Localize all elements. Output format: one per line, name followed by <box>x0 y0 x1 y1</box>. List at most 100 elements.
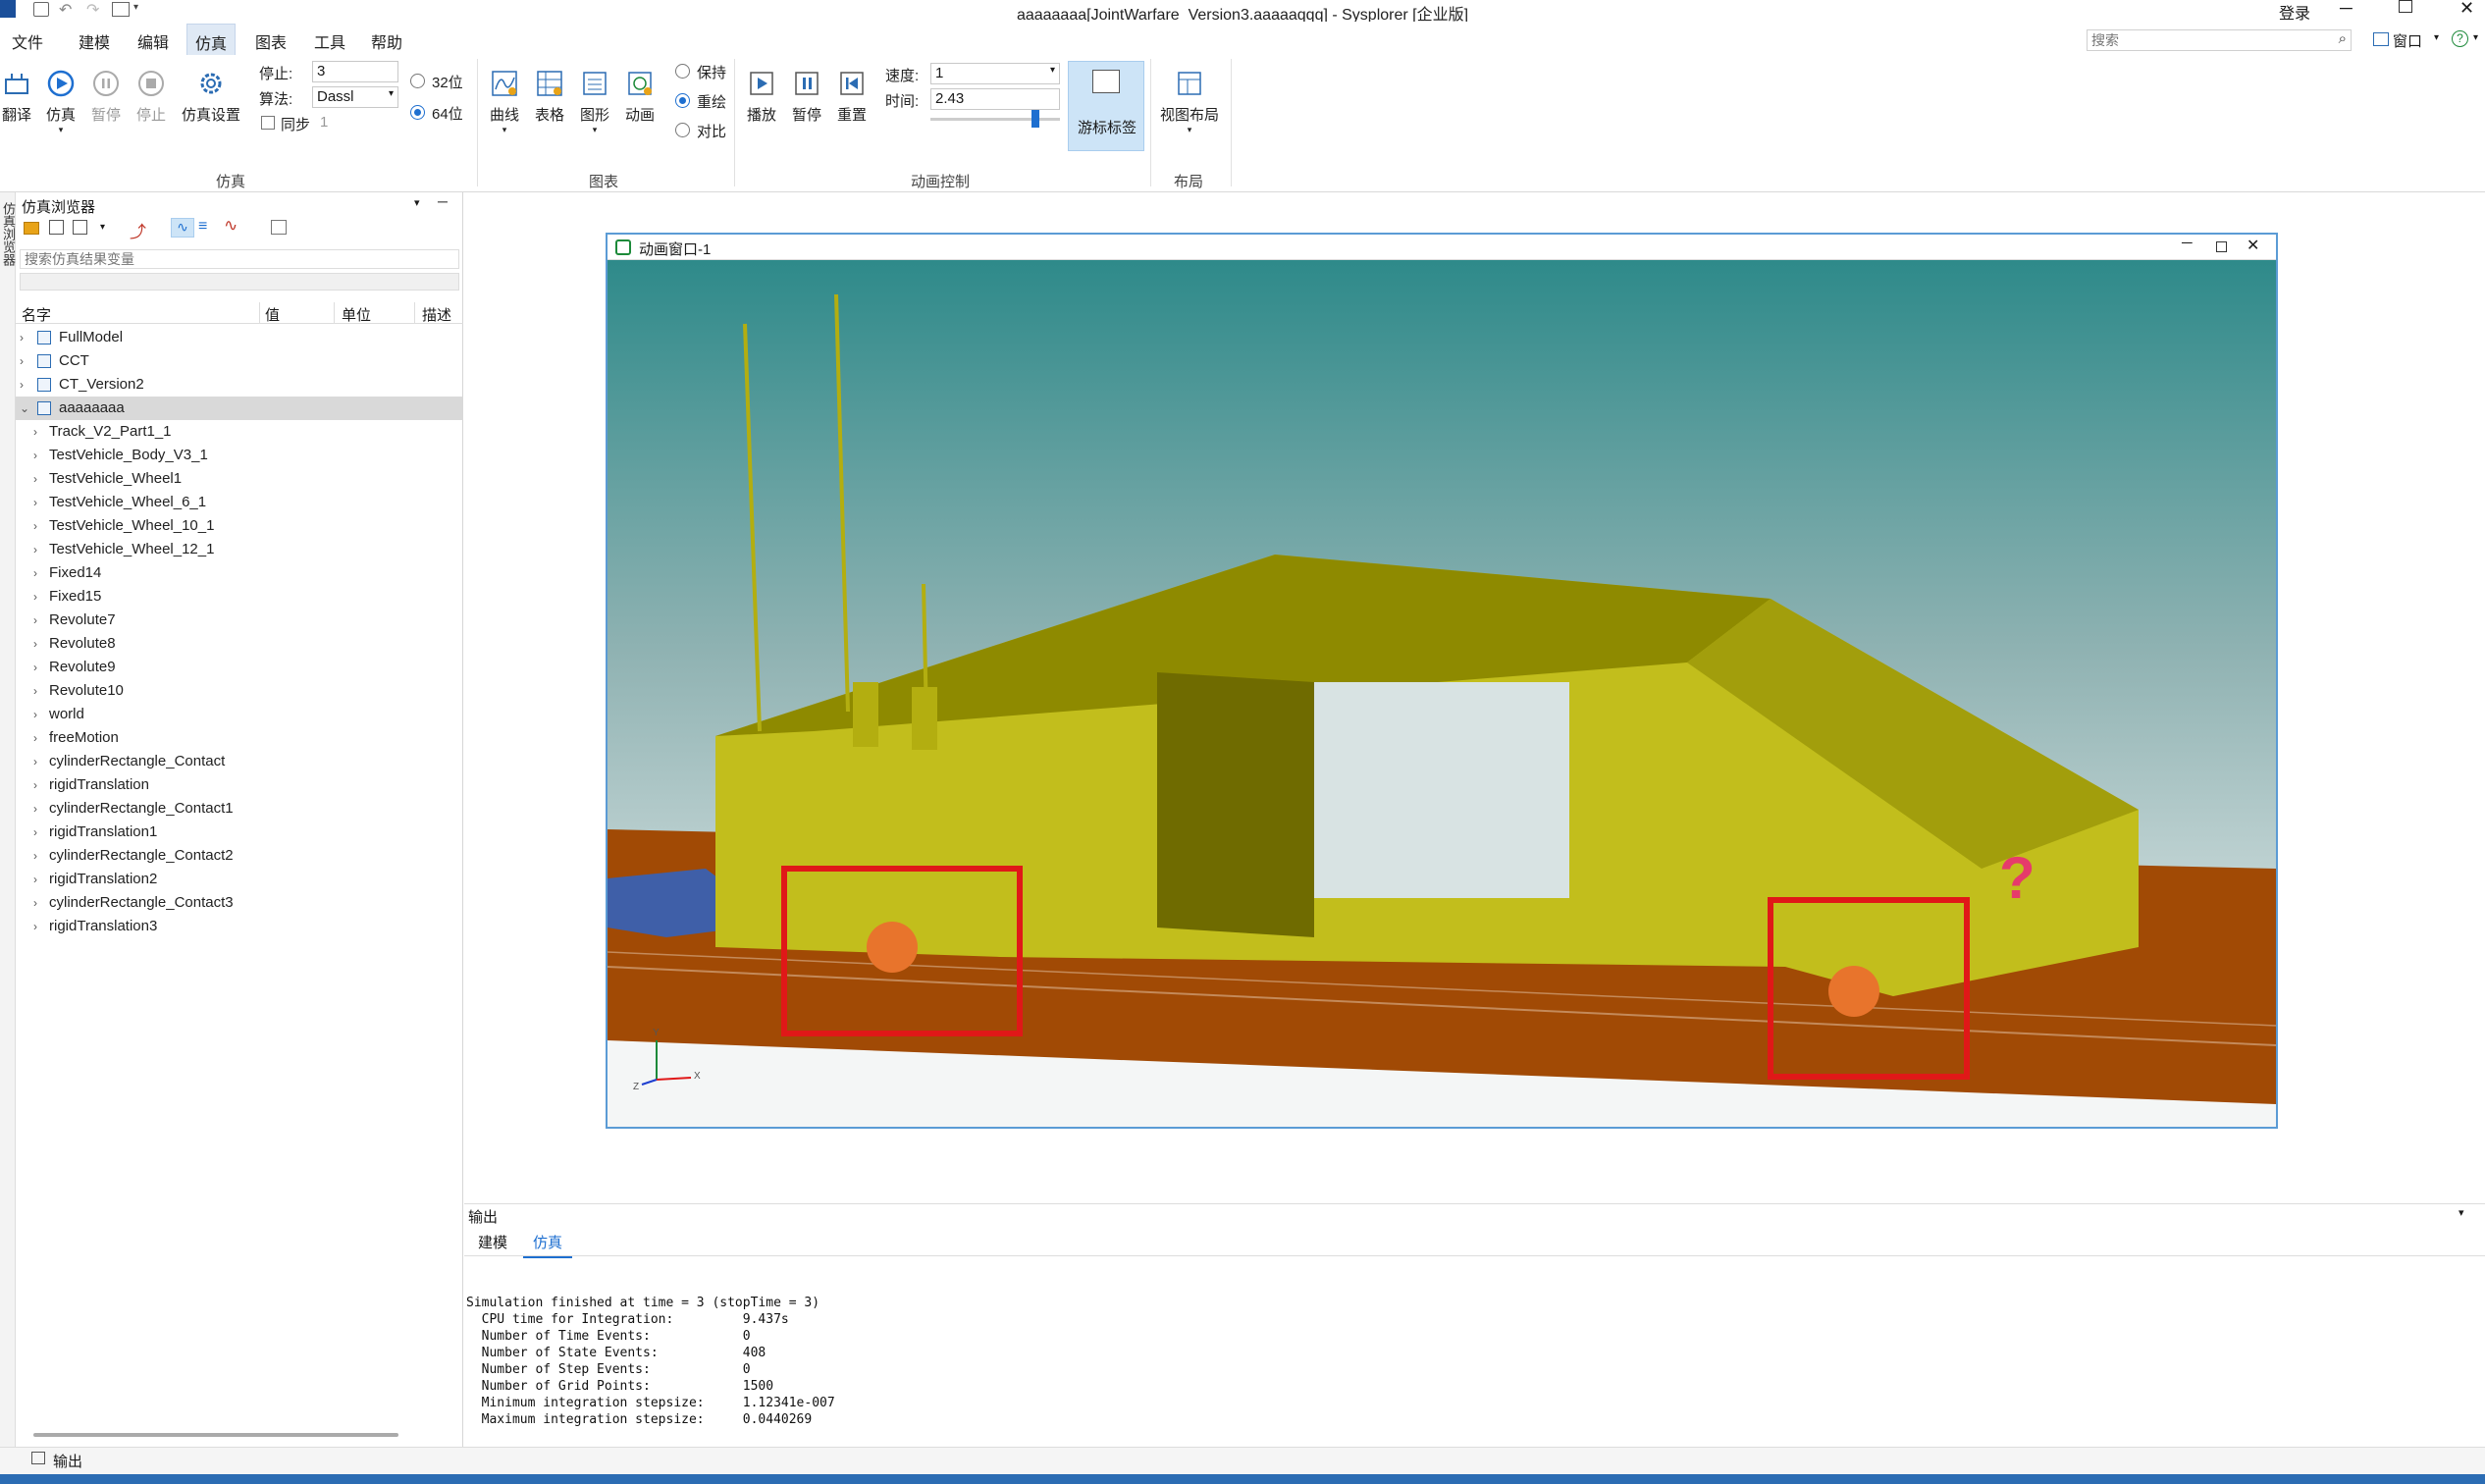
help-dropdown-icon[interactable]: ▾ <box>2473 32 2478 43</box>
tree-root-row[interactable]: › CCT <box>16 349 463 373</box>
expand-right-icon[interactable]: › <box>20 326 24 349</box>
tree-child-row[interactable]: › TestVehicle_Body_V3_1 <box>16 444 463 467</box>
close-button[interactable]: ✕ <box>2459 0 2474 19</box>
tree-root-row[interactable]: › FullModel <box>16 326 463 349</box>
minimize-button[interactable]: ─ <box>2340 0 2353 19</box>
expand-right-icon[interactable]: › <box>33 703 37 726</box>
graphic-button[interactable]: 图形 ▾ <box>577 69 612 135</box>
redraw-radio[interactable] <box>675 93 690 108</box>
anim-maximize-button[interactable] <box>2216 241 2227 252</box>
panel-dropdown-icon[interactable]: ▾ <box>414 196 420 209</box>
expand-right-icon[interactable]: › <box>33 538 37 561</box>
side-tab-sim-browser[interactable]: 仿真浏览器 <box>0 202 16 266</box>
tree-child-row[interactable]: › Revolute9 <box>16 656 463 679</box>
play-button[interactable]: 播放 <box>744 69 779 125</box>
pause-button[interactable]: 暂停 <box>88 69 124 125</box>
login-link[interactable]: 登录 <box>2279 0 2310 24</box>
open-folder-icon[interactable] <box>24 222 39 235</box>
view-layout-button[interactable]: 视图布局 ▾ <box>1158 69 1221 135</box>
col-value[interactable]: 值 <box>257 304 280 325</box>
export-icon[interactable] <box>73 220 87 235</box>
tree-child-row[interactable]: › freeMotion <box>16 726 463 750</box>
search-box[interactable]: ⌕ <box>2087 29 2352 51</box>
algorithm-select[interactable]: Dassl ▾ <box>312 86 398 108</box>
menu-simulation[interactable]: 仿真 <box>186 24 237 55</box>
menu-tools[interactable]: 工具 <box>314 29 345 53</box>
expand-right-icon[interactable]: › <box>33 726 37 750</box>
window-dropdown-icon[interactable]: ▾ <box>2434 32 2439 43</box>
expand-right-icon[interactable]: › <box>33 632 37 656</box>
anim-minimize-button[interactable]: ─ <box>2182 235 2193 251</box>
expand-right-icon[interactable]: › <box>33 679 37 703</box>
time-slider-thumb[interactable] <box>1031 110 1039 128</box>
collapse-all-icon[interactable] <box>271 220 287 235</box>
speed-dropdown-icon[interactable]: ▾ <box>1050 65 1055 76</box>
col-desc[interactable]: 描述 <box>414 304 451 325</box>
expand-right-icon[interactable]: › <box>33 609 37 632</box>
restore-button[interactable] <box>2399 0 2412 13</box>
expand-right-icon[interactable]: › <box>33 561 37 585</box>
help-icon[interactable]: ? <box>2452 30 2468 47</box>
time-input[interactable]: 2.43 <box>930 88 1060 110</box>
keep-radio[interactable] <box>675 64 690 79</box>
speed-select[interactable]: 1 ▾ <box>930 63 1060 84</box>
tree-child-row[interactable]: › Fixed15 <box>16 585 463 609</box>
anim-close-button[interactable]: ✕ <box>2247 236 2259 255</box>
col-name[interactable]: 名字 <box>22 304 51 325</box>
bottom-output-tab[interactable]: 输出 <box>53 1451 82 1471</box>
horizontal-scrollbar[interactable] <box>33 1433 398 1437</box>
anim-pause-button[interactable]: 暂停 <box>789 69 824 125</box>
variable-search-input[interactable] <box>20 249 459 269</box>
expand-down-icon[interactable]: ⌄ <box>20 397 29 420</box>
expand-right-icon[interactable]: › <box>33 891 37 915</box>
expand-right-icon[interactable]: › <box>33 420 37 444</box>
expand-right-icon[interactable]: › <box>33 750 37 773</box>
expand-right-icon[interactable]: › <box>20 349 24 373</box>
tree-child-row[interactable]: › rigidTranslation <box>16 773 463 797</box>
cursor-label-button[interactable]: 游标标签 <box>1068 61 1144 151</box>
algorithm-dropdown-icon[interactable]: ▾ <box>389 88 394 99</box>
tree-child-row[interactable]: › Revolute8 <box>16 632 463 656</box>
tree-child-row[interactable]: › TestVehicle_Wheel_6_1 <box>16 491 463 514</box>
search-input[interactable] <box>2088 30 2323 50</box>
bit64-radio[interactable] <box>410 105 425 120</box>
view-layout-dropdown-icon[interactable]: ▾ <box>1158 125 1221 135</box>
translate-button[interactable]: 翻译 <box>0 69 33 125</box>
expand-right-icon[interactable]: › <box>33 467 37 491</box>
tree-child-row[interactable]: › TestVehicle_Wheel_12_1 <box>16 538 463 561</box>
plot-variable-icon[interactable]: ⤴ <box>130 218 146 242</box>
stop-button[interactable]: 停止 <box>133 69 169 125</box>
expand-right-icon[interactable]: › <box>33 797 37 821</box>
expand-right-icon[interactable]: › <box>33 656 37 679</box>
menu-help[interactable]: 帮助 <box>371 29 402 53</box>
menu-edit[interactable]: 编辑 <box>137 29 169 53</box>
curve-button[interactable]: 曲线 ▾ <box>487 69 522 135</box>
expand-right-icon[interactable]: › <box>33 868 37 891</box>
expand-right-icon[interactable]: › <box>33 585 37 609</box>
table-button[interactable]: 表格 <box>532 69 567 125</box>
tree-child-row[interactable]: › cylinderRectangle_Contact3 <box>16 891 463 915</box>
expand-right-icon[interactable]: › <box>33 821 37 844</box>
filter-icon[interactable]: ∿ <box>171 218 194 238</box>
animation-viewport[interactable]: ? Y X Z <box>608 260 2276 1127</box>
animation-window-titlebar[interactable]: 动画窗口-1 ─ ✕ <box>608 235 2276 260</box>
window-menu[interactable]: 窗口 <box>2393 30 2422 51</box>
output-dropdown-icon[interactable]: ▾ <box>2459 1206 2464 1219</box>
expand-right-icon[interactable]: › <box>33 844 37 868</box>
expand-right-icon[interactable]: › <box>33 444 37 467</box>
output-tab-simulation[interactable]: 仿真 <box>523 1228 573 1258</box>
time-slider-track[interactable] <box>930 118 1060 121</box>
menu-chart[interactable]: 图表 <box>255 29 287 53</box>
sort-icon[interactable]: ≡ <box>198 218 207 236</box>
col-unit[interactable]: 单位 <box>334 304 371 325</box>
expand-right-icon[interactable]: › <box>33 491 37 514</box>
panel-collapse-icon[interactable]: ─ <box>438 193 448 209</box>
animation-button[interactable]: 动画 <box>622 69 658 125</box>
expand-right-icon[interactable]: › <box>33 514 37 538</box>
output-tab-modeling[interactable]: 建模 <box>478 1232 507 1252</box>
tree-child-row[interactable]: › TestVehicle_Wheel_10_1 <box>16 514 463 538</box>
sync-checkbox[interactable] <box>261 116 275 130</box>
expand-right-icon[interactable]: › <box>33 915 37 938</box>
menu-modeling[interactable]: 建模 <box>79 29 110 53</box>
tree-child-row[interactable]: › TestVehicle_Wheel1 <box>16 467 463 491</box>
